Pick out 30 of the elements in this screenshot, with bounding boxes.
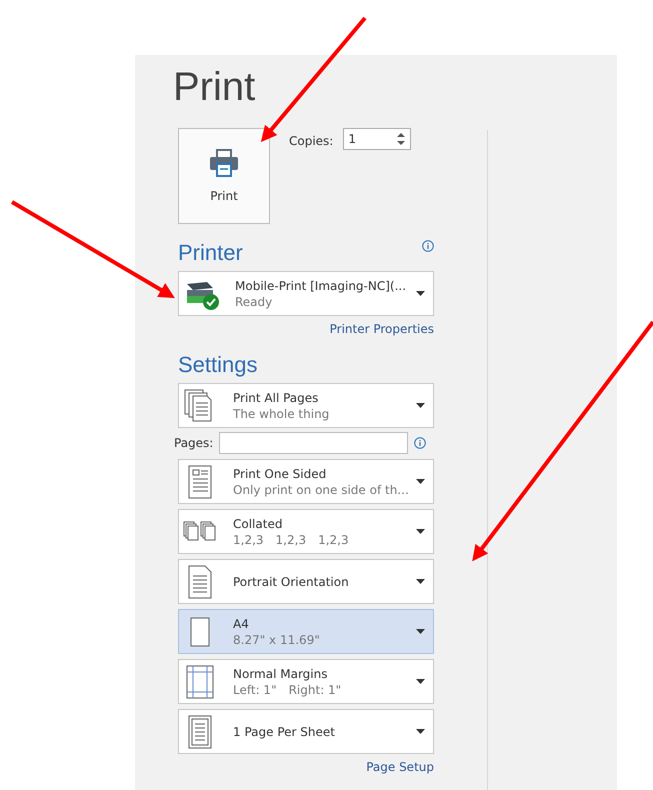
- caret-icon: [416, 629, 425, 634]
- caret-icon: [416, 479, 425, 484]
- printer-icon: [209, 149, 239, 177]
- spin-arrows-icon: [396, 131, 406, 147]
- copies-spinner[interactable]: 1: [343, 128, 412, 150]
- info-icon[interactable]: [414, 437, 426, 449]
- pages-label: Pages:: [174, 436, 214, 450]
- setting-dropdown[interactable]: Collated 1,2,3 1,2,3 1,2,3: [178, 509, 434, 554]
- caret-icon: [416, 579, 425, 584]
- settings-heading: Settings: [178, 352, 258, 378]
- printer-heading: Printer: [178, 240, 243, 266]
- printer-dropdown[interactable]: Mobile-Print [Imaging-NC](... Ready: [178, 271, 434, 316]
- print-button[interactable]: Print: [178, 128, 270, 224]
- setting-dropdown[interactable]: Print All Pages The whole thing: [178, 383, 434, 428]
- caret-icon: [416, 679, 425, 684]
- copies-label: Copies:: [289, 134, 334, 148]
- caret-icon: [416, 529, 425, 534]
- setting-dropdown[interactable]: Print One Sided Only print on one side of th...: [178, 459, 434, 504]
- setting-dropdown[interactable]: Portrait Orientation: [178, 559, 434, 604]
- caret-icon: [416, 729, 425, 734]
- printer-properties-link[interactable]: Printer Properties: [330, 322, 434, 336]
- caret-icon: [416, 291, 425, 296]
- setting-dropdown[interactable]: Normal Margins Left: 1" Right: 1": [178, 659, 434, 704]
- page-setup-link[interactable]: Page Setup: [366, 760, 434, 774]
- caret-icon: [416, 403, 425, 408]
- pages-input-field[interactable]: [219, 432, 408, 454]
- setting-dropdown[interactable]: A4 8.27" x 11.69": [178, 609, 434, 654]
- info-icon[interactable]: [422, 240, 434, 252]
- page-title: Print: [173, 64, 256, 110]
- setting-dropdown[interactable]: 1 Page Per Sheet: [178, 709, 434, 754]
